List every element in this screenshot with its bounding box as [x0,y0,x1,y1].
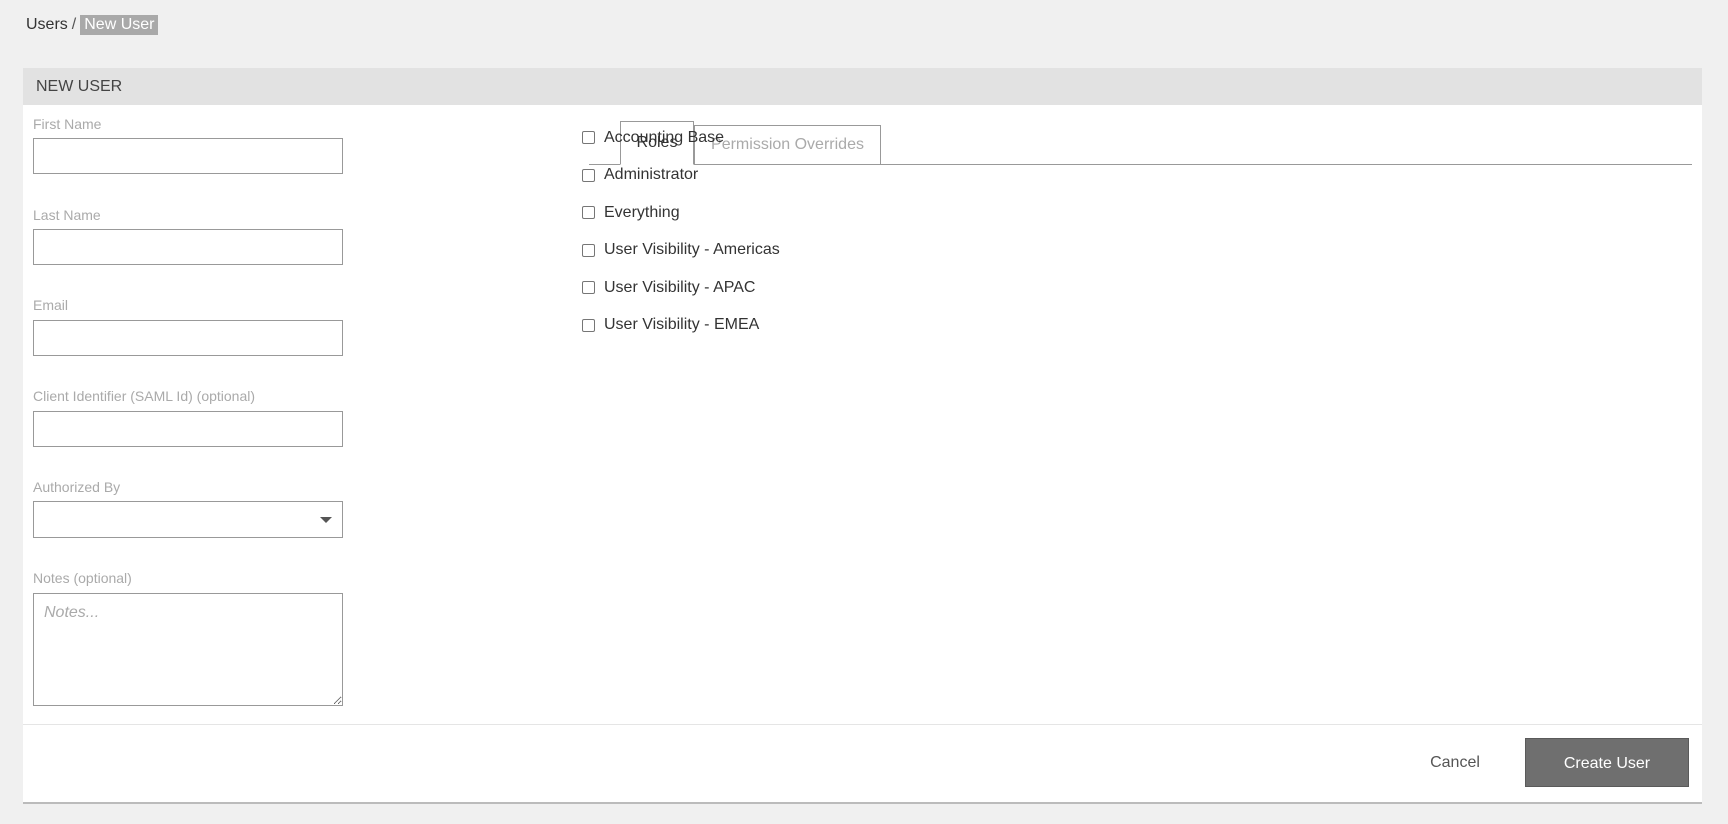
breadcrumb-users-link[interactable]: Users [26,16,68,34]
breadcrumb-current: New User [80,15,159,35]
email-input[interactable] [33,320,343,356]
role-item-user-visibility-americas[interactable]: User Visibility - Americas [582,232,780,270]
role-label: Administrator [604,166,699,184]
client-identifier-input[interactable] [33,411,343,447]
authorized-by-select[interactable] [33,501,343,538]
role-item-administrator[interactable]: Administrator [582,157,780,195]
notes-label: Notes (optional) [33,570,132,586]
breadcrumb-separator: / [71,16,77,33]
role-label: User Visibility - Americas [604,241,780,259]
checkbox[interactable] [582,206,595,220]
last-name-input[interactable] [33,229,343,265]
role-label: User Visibility - APAC [604,278,756,296]
roles-list: Accounting Base Administrator Everything… [582,119,780,344]
checkbox[interactable] [582,131,595,145]
checkbox[interactable] [582,318,595,332]
role-item-user-visibility-emea[interactable]: User Visibility - EMEA [582,307,780,345]
role-label: Everything [604,203,680,221]
first-name-label: First Name [33,116,102,132]
role-item-accounting-base[interactable]: Accounting Base [582,119,780,157]
last-name-label: Last Name [33,207,101,223]
chevron-down-icon [320,517,332,523]
role-item-everything[interactable]: Everything [582,194,780,232]
create-user-button[interactable]: Create User [1525,738,1689,787]
checkbox[interactable] [582,243,595,257]
role-label: Accounting Base [604,128,725,146]
email-label: Email [33,297,69,313]
checkbox[interactable] [582,281,595,295]
role-label: User Visibility - EMEA [604,316,760,334]
first-name-input[interactable] [33,138,343,174]
footer-divider [23,724,1702,725]
checkbox[interactable] [582,168,595,182]
new-user-panel: NEW USER First Name Last Name Email Clie… [23,68,1702,804]
authorized-by-label: Authorized By [33,479,121,495]
notes-textarea[interactable] [33,593,343,706]
panel-title: NEW USER [23,68,1702,105]
breadcrumb: Users / New User [26,15,159,35]
client-identifier-label: Client Identifier (SAML Id) (optional) [33,388,256,404]
cancel-button[interactable]: Cancel [1405,740,1505,786]
role-item-user-visibility-apac[interactable]: User Visibility - APAC [582,269,780,307]
